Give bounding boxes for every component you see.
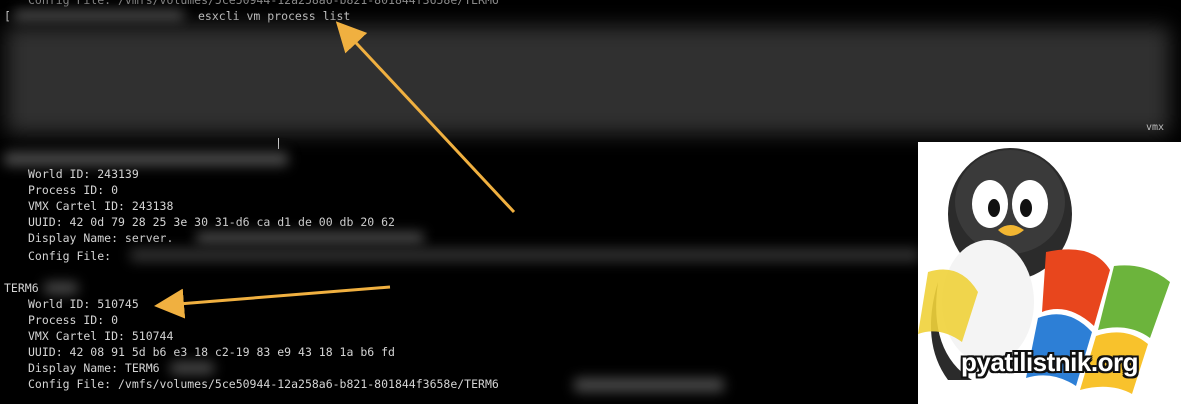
logo-text: pyatilistnik.org (961, 347, 1138, 377)
arrow-to-command (335, 21, 516, 214)
arrow-to-world-id (154, 285, 391, 319)
site-logo: pyatilistnik.org (918, 142, 1181, 404)
